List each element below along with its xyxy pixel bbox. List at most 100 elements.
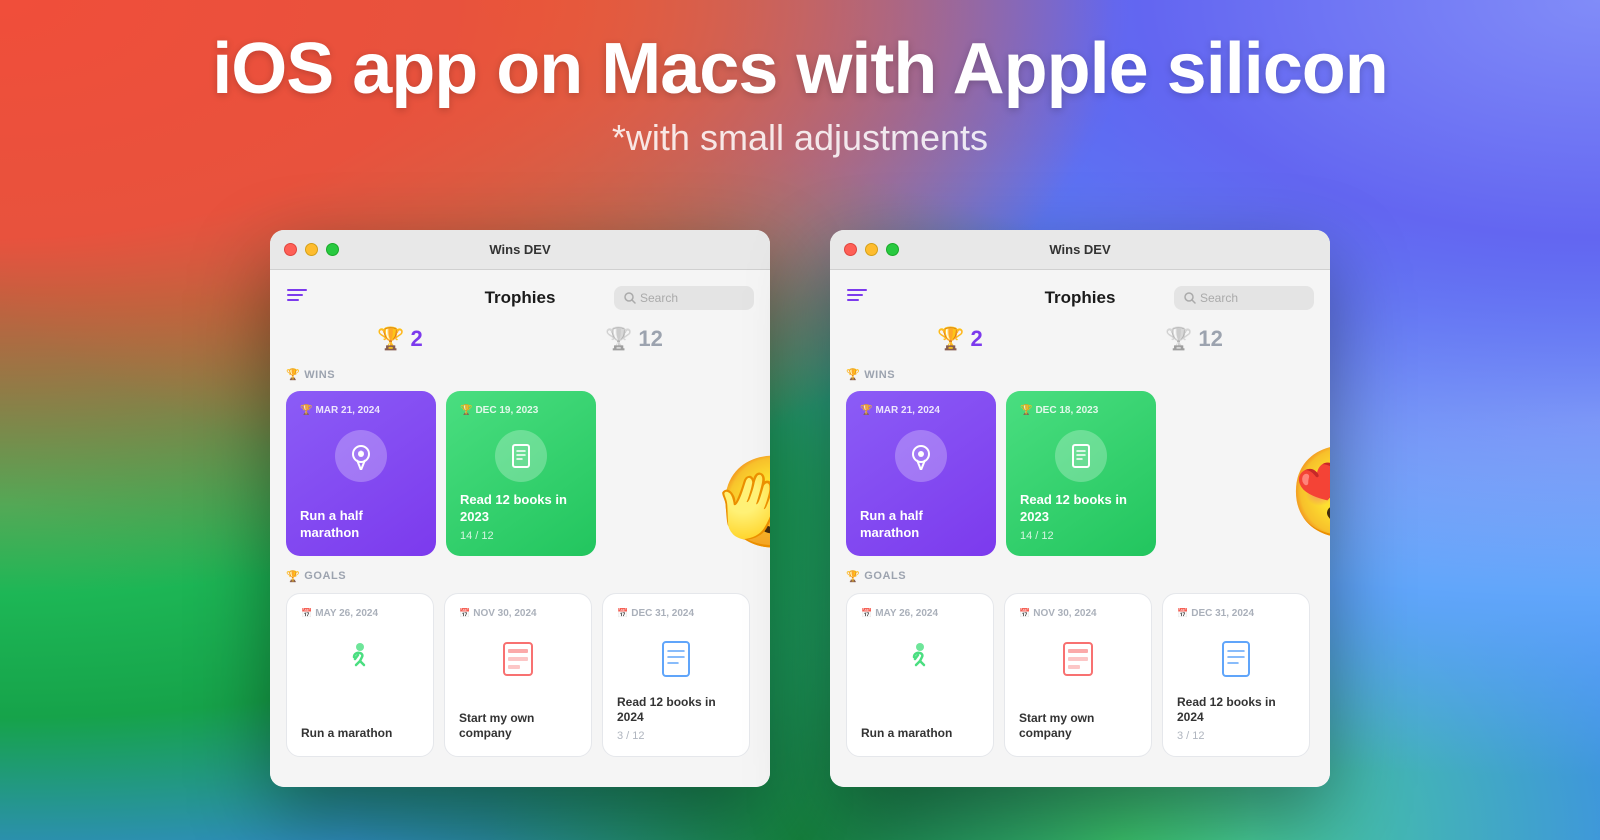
traffic-light-red-left[interactable] <box>284 243 297 256</box>
trophy-count-purple-right: 🏆 2 <box>937 326 983 352</box>
win-card-1-right[interactable]: 🏆 MAR 21, 2024 Run a half marathon <box>846 391 996 556</box>
goals-cards-left: 📅 MAY 26, 2024 Run a marathon <box>286 593 754 757</box>
goal-card-2-date-left: 📅 NOV 30, 2024 <box>459 608 577 619</box>
traffic-lights-left <box>284 243 339 256</box>
title-bar-right: Wins DEV <box>830 230 1330 270</box>
window-content-left: Trophies Search 🏆 2 🏆 12 <box>270 270 770 787</box>
search-placeholder-left: Search <box>640 291 678 305</box>
win-card-2-icon-left <box>460 430 582 482</box>
filter-icon-right[interactable] <box>846 286 868 310</box>
trophy-count-purple-value-right: 2 <box>971 326 983 352</box>
wins-trophy-icon-left: 🏆 <box>286 368 300 381</box>
traffic-light-yellow-right[interactable] <box>865 243 878 256</box>
goals-label-right: 🏆 GOALS <box>846 570 1314 583</box>
trophy-count-gray-left: 🏆 12 <box>605 326 663 352</box>
emoji-left: 🫣 <box>718 450 770 555</box>
goal-card-2-date-right: 📅 NOV 30, 2024 <box>1019 608 1137 619</box>
goals-trophy-icon-left: 🏆 <box>286 570 300 583</box>
trophies-header-right: Trophies <box>1045 288 1116 308</box>
trophy-count-gray-value-left: 12 <box>638 326 662 352</box>
window-title-right: Wins DEV <box>1049 242 1110 257</box>
trophy-icon-purple-right: 🏆 <box>937 326 964 352</box>
emoji-right: 😍 <box>1288 440 1330 545</box>
trophy-count-purple-left: 🏆 2 <box>377 326 423 352</box>
traffic-light-yellow-left[interactable] <box>305 243 318 256</box>
hero-section: iOS app on Macs with Apple silicon *with… <box>0 0 1600 159</box>
goal-card-1-right[interactable]: 📅 MAY 26, 2024 Run a marathon <box>846 593 994 757</box>
window-right: Wins DEV Trophies <box>830 230 1330 787</box>
filter-icon-left[interactable] <box>286 286 308 310</box>
goal-card-2-name-left: Start my own company <box>459 711 577 742</box>
traffic-lights-right <box>844 243 899 256</box>
window-title-left: Wins DEV <box>489 242 550 257</box>
traffic-light-red-right[interactable] <box>844 243 857 256</box>
trophy-counts-right: 🏆 2 🏆 12 <box>846 326 1314 352</box>
win-card-2-name-right: Read 12 books in 2023 <box>1020 492 1142 526</box>
window-content-right: Trophies Search 🏆 2 🏆 12 <box>830 270 1330 787</box>
trophy-count-gray-right: 🏆 12 <box>1165 326 1223 352</box>
goals-trophy-icon-right: 🏆 <box>846 570 860 583</box>
wins-cards-left: 🏆 MAR 21, 2024 Run a <box>286 391 754 556</box>
goal-card-1-date-right: 📅 MAY 26, 2024 <box>861 608 979 619</box>
goal-card-3-progress-left: 3 / 12 <box>617 730 735 742</box>
trophy-counts-left: 🏆 2 🏆 12 <box>286 326 754 352</box>
trophy-icon-purple-left: 🏆 <box>377 326 404 352</box>
win-card-1-icon-left <box>300 430 422 482</box>
hero-subtitle: *with small adjustments <box>0 117 1600 159</box>
win-card-1-date-left: 🏆 MAR 21, 2024 <box>300 405 422 416</box>
win-card-2-icon-right <box>1020 430 1142 482</box>
goal-card-3-name-right: Read 12 books in 2024 <box>1177 695 1295 726</box>
goal-card-2-name-right: Start my own company <box>1019 711 1137 742</box>
win-card-1-name-right: Run a half marathon <box>860 508 982 542</box>
trophy-icon-gray-right: 🏆 <box>1165 326 1192 352</box>
goal-card-2-icon-left <box>459 633 577 685</box>
goal-card-2-icon-right <box>1019 633 1137 685</box>
win-card-1-name-left: Run a half marathon <box>300 508 422 542</box>
goal-card-1-icon-right <box>861 633 979 685</box>
goal-card-3-right[interactable]: 📅 DEC 31, 2024 Read 12 books in 2024 3 /… <box>1162 593 1310 757</box>
hero-title: iOS app on Macs with Apple silicon <box>0 30 1600 109</box>
win-card-2-date-right: 🏆 DEC 18, 2023 <box>1020 405 1142 416</box>
goals-label-left: 🏆 GOALS <box>286 570 754 583</box>
goal-card-3-progress-right: 3 / 12 <box>1177 730 1295 742</box>
goal-card-1-name-left: Run a marathon <box>301 726 419 742</box>
goal-card-3-icon-left <box>617 633 735 685</box>
goal-card-1-left[interactable]: 📅 MAY 26, 2024 Run a marathon <box>286 593 434 757</box>
goal-card-2-right[interactable]: 📅 NOV 30, 2024 Start my own company <box>1004 593 1152 757</box>
window-left: Wins DEV Trophies <box>270 230 770 787</box>
goal-card-1-date-left: 📅 MAY 26, 2024 <box>301 608 419 619</box>
search-box-left[interactable]: Search <box>614 286 754 310</box>
top-bar-right: Trophies Search <box>846 286 1314 310</box>
traffic-light-green-left[interactable] <box>326 243 339 256</box>
search-placeholder-right: Search <box>1200 291 1238 305</box>
goal-card-1-icon-left <box>301 633 419 685</box>
windows-container: Wins DEV Trophies <box>0 230 1600 787</box>
traffic-light-green-right[interactable] <box>886 243 899 256</box>
trophy-icon-gray-left: 🏆 <box>605 326 632 352</box>
win-card-2-right[interactable]: 🏆 DEC 18, 2023 Read <box>1006 391 1156 556</box>
win-card-2-left[interactable]: 🏆 DEC 19, 2023 Read <box>446 391 596 556</box>
trophies-header-left: Trophies <box>485 288 556 308</box>
wins-trophy-icon-right: 🏆 <box>846 368 860 381</box>
goal-card-3-icon-right <box>1177 633 1295 685</box>
win-card-2-date-left: 🏆 DEC 19, 2023 <box>460 405 582 416</box>
goal-card-2-left[interactable]: 📅 NOV 30, 2024 Start my own company <box>444 593 592 757</box>
wins-label-left: 🏆 WINS <box>286 368 754 381</box>
wins-cards-right: 🏆 MAR 21, 2024 Run a half marathon <box>846 391 1314 556</box>
win-card-2-progress-left: 14 / 12 <box>460 530 582 542</box>
goal-card-3-left[interactable]: 📅 DEC 31, 2024 Read 12 books in 2024 3 /… <box>602 593 750 757</box>
search-box-right[interactable]: Search <box>1174 286 1314 310</box>
win-card-1-icon-right <box>860 430 982 482</box>
top-bar-left: Trophies Search <box>286 286 754 310</box>
goal-card-3-name-left: Read 12 books in 2024 <box>617 695 735 726</box>
goal-card-3-date-right: 📅 DEC 31, 2024 <box>1177 608 1295 619</box>
win-card-1-date-right: 🏆 MAR 21, 2024 <box>860 405 982 416</box>
goals-cards-right: 📅 MAY 26, 2024 Run a marathon <box>846 593 1314 757</box>
wins-label-right: 🏆 WINS <box>846 368 1314 381</box>
trophy-count-gray-value-right: 12 <box>1198 326 1222 352</box>
win-card-2-name-left: Read 12 books in 2023 <box>460 492 582 526</box>
goal-card-3-date-left: 📅 DEC 31, 2024 <box>617 608 735 619</box>
win-card-1-left[interactable]: 🏆 MAR 21, 2024 Run a <box>286 391 436 556</box>
goal-card-1-name-right: Run a marathon <box>861 726 979 742</box>
win-card-2-progress-right: 14 / 12 <box>1020 530 1142 542</box>
